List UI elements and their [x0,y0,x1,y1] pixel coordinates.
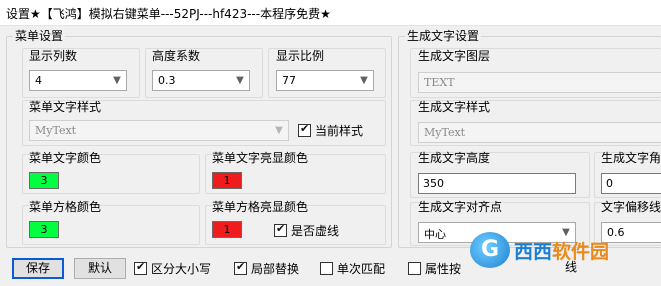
cell-highlight-swatch[interactable]: 1 [212,221,242,238]
height-factor-value: 0.3 [158,74,176,87]
chevron-down-icon[interactable]: ▼ [108,71,126,90]
single-match-label: 单次匹配 [337,262,386,276]
height-label: 生成文字高度 [418,151,491,165]
layer-label: 生成文字图层 [418,49,491,63]
style-label: 生成文字样式 [418,100,491,114]
chevron-down-icon[interactable]: ▼ [355,71,373,90]
angle-input[interactable]: 0 [601,173,661,194]
columns-combo[interactable]: 4 ▼ [29,70,127,91]
style-value: MyText [424,126,466,139]
dashed-line-checkbox[interactable]: 是否虚线 [274,222,339,239]
text-style-combo[interactable]: MyText ▼ [29,120,289,141]
watermark-text-sub: 软件园 [552,240,610,263]
site-watermark: G 西西软件园 [470,232,609,268]
cell-color-label: 菜单方格颜色 [29,200,102,214]
angle-label: 生成文字角 [601,151,661,165]
watermark-text: 西西软件园 [514,237,609,264]
current-style-label: 当前样式 [315,124,364,138]
partial-replace-label: 局部替换 [251,262,300,276]
display-ratio-combo[interactable]: 77 ▼ [276,70,374,91]
watermark-logo-icon: G [470,232,510,268]
window-title: 设置★【飞鸿】模拟右键菜单---52PJ---hf423---本程序免费★ [0,0,661,26]
checkbox-checked-icon[interactable] [298,122,311,137]
partial-replace-checkbox[interactable]: 局部替换 [234,260,299,277]
style-combo[interactable]: MyText [418,122,661,143]
cell-color-swatch[interactable]: 3 [29,221,59,238]
text-color-swatch[interactable]: 3 [29,172,59,189]
text-style-label: 菜单文字样式 [29,100,102,114]
offset-label: 文字偏移线 [601,200,661,214]
columns-value: 4 [35,74,42,87]
text-style-value: MyText [35,124,77,137]
offset-combo[interactable]: 0.6 [601,222,661,243]
current-style-checkbox[interactable]: 当前样式 [298,122,363,139]
case-sensitive-label: 区分大小写 [151,262,212,276]
columns-label: 显示列数 [29,49,78,63]
attribute-checkbox[interactable]: 属性按 [408,260,461,277]
chevron-down-icon[interactable]: ▼ [270,121,288,140]
checkbox-unchecked-icon[interactable] [408,262,421,275]
menu-settings-title: 菜单设置 [13,28,66,44]
default-button[interactable]: 默认 [74,258,126,279]
single-match-checkbox[interactable]: 单次匹配 [320,260,385,277]
case-sensitive-checkbox[interactable]: 区分大小写 [134,260,211,277]
checkbox-checked-icon[interactable] [234,260,247,275]
height-factor-combo[interactable]: 0.3 ▼ [152,70,250,91]
height-input[interactable]: 350 [418,173,576,194]
display-ratio-value: 77 [282,74,296,87]
cell-highlight-label: 菜单方格亮显颜色 [212,200,309,214]
highlight-color-label: 菜单文字亮显颜色 [212,151,309,165]
text-color-label: 菜单文字颜色 [29,151,102,165]
checkbox-checked-icon[interactable] [274,222,287,237]
height-factor-label: 高度系数 [152,49,201,63]
checkbox-checked-icon[interactable] [134,260,147,275]
layer-combo[interactable]: TEXT [418,72,661,93]
layer-value: TEXT [424,76,455,89]
dashed-line-label: 是否虚线 [291,224,340,238]
watermark-text-main: 西西 [514,240,553,263]
attribute-label: 属性按 [425,262,462,276]
display-ratio-label: 显示比例 [276,49,325,63]
text-settings-title: 生成文字设置 [405,28,482,44]
save-button[interactable]: 保存 [12,258,64,279]
offset-value: 0.6 [607,226,625,239]
align-label: 生成文字对齐点 [418,200,503,214]
highlight-color-swatch[interactable]: 1 [212,172,242,189]
chevron-down-icon[interactable]: ▼ [231,71,249,90]
checkbox-unchecked-icon[interactable] [320,262,333,275]
align-value: 中心 [424,228,446,241]
